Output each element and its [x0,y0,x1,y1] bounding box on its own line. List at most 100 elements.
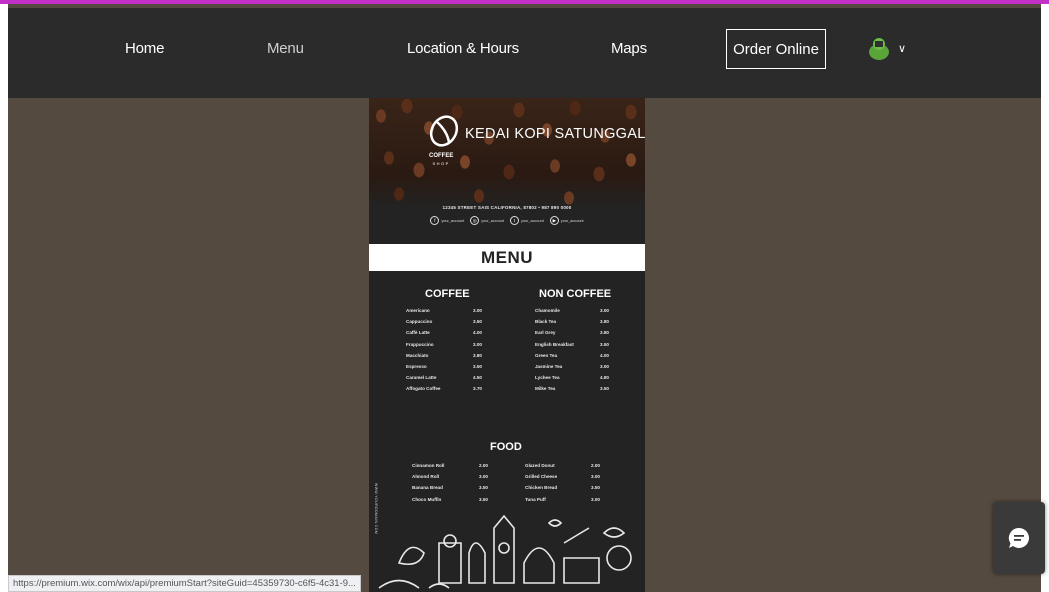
youtube-icon: ▶ [549,216,559,225]
menu-item-price: 3.80 [600,319,609,325]
menu-item-row: Chicken Bread 3.50 [525,482,600,493]
food-list-right: Glazed Donut 2.00 Grilled Cheese 3.00 Chicke… [525,460,600,505]
social-handle: your_account [441,218,465,223]
menu-item-price: 4.00 [473,330,482,336]
coffee-list: Americano 3.00 Cappuccino 3.50 Caffè Latte 4.… [406,305,482,395]
menu-item-price: 2.00 [479,463,488,469]
menu-item-price: 3.00 [600,308,609,314]
social-handle: your_account [481,218,504,223]
food-list-left: Cinnamon Roll 2.00 Almond Roll 3.00 Banana B… [412,460,488,505]
menu-item-row: Caramel Latte 4.50 [406,372,482,383]
menu-item-name: Glazed Donut [525,463,555,469]
menu-item-row: Frappuccino 3.00 [406,339,482,350]
menu-item-price: 3.50 [479,496,488,502]
menu-item-price: 4.00 [600,352,609,358]
menu-item-price: 3.50 [473,319,482,325]
menu-item-name: Macchiato [406,352,429,358]
menu-item-row: Espresso 3.50 [406,361,482,372]
menu-item-name: Grilled Cheese [525,474,558,480]
menu-item-price: 3.50 [600,341,609,347]
social-handle: your_account [521,218,544,223]
menu-item-name: Almond Roll [412,474,440,480]
order-online-button[interactable]: Order Online [726,29,826,69]
non-coffee-section-title: NON COFFEE [539,288,612,300]
menu-item-row: English Breakfast 3.50 [535,339,609,350]
menu-item-name: Caramel Latte [406,375,437,381]
social-youtube: ▶ your_account [549,216,584,225]
twitter-icon: t [510,216,519,225]
menu-item-price: 3.70 [473,386,482,392]
menu-item-price: 2.00 [591,463,600,469]
coffee-beans-banner [369,98,645,208]
chevron-down-icon: ∨ [898,42,907,55]
menu-poster: KEDAI KOPI SATUNGGAL COFFEE SHOP 12345 S… [369,98,645,592]
menu-item-name: Black Tea [535,319,557,325]
menu-item-name: Affogato Coffee [406,386,441,392]
menu-item-row: Banana Bread 3.50 [412,482,488,493]
left-edge [0,4,8,592]
chat-button[interactable] [993,502,1045,574]
menu-item-name: Tuna Puff [525,496,546,502]
menu-item-row: Milke Tea 3.50 [535,383,609,394]
menu-item-row: Cappuccino 3.50 [406,316,482,327]
menu-item-name: Espresso [406,364,427,370]
menu-item-name: Caffè Latte [406,330,430,336]
menu-item-price: 3.00 [600,364,609,370]
menu-item-row: Chamomile 3.00 [535,305,609,316]
menu-item-name: Green Tea [535,352,558,358]
menu-item-name: Choco Muffin [412,496,442,502]
menu-item-price: 3.50 [591,485,600,491]
menu-item-price: 3.50 [600,386,609,392]
menu-item-row: Macchiato 3.80 [406,350,482,361]
user-avatar-icon [869,38,889,60]
menu-item-name: Lychee Tea [535,375,560,381]
coffee-bean-logo-icon [429,115,459,147]
menu-heading-banner: MENU [369,244,645,271]
menu-item-name: Chamomile [535,308,560,314]
menu-item-name: Jasmine Tea [535,364,563,370]
shop-tag: COFFEE SHOP [429,153,453,167]
nav-home[interactable]: Home [125,40,164,57]
menu-item-price: 3.50 [473,364,482,370]
user-menu[interactable]: ∨ [868,36,906,60]
social-facebook: f your_account [430,216,464,225]
menu-item-name: English Breakfast [535,341,574,347]
coffee-section-title: COFFEE [425,288,470,300]
coffee-doodles-illustration [378,514,632,589]
status-bar-url: https://premium.wix.com/wix/api/premiumS… [8,575,361,592]
menu-item-row: Earl Grey 3.80 [535,327,609,338]
menu-item-price: 3.00 [479,474,488,480]
menu-item-row: Caffè Latte 4.00 [406,327,482,338]
chat-bubble-icon [1008,527,1029,548]
menu-item-price: 3.50 [479,485,488,491]
nav-menu[interactable]: Menu [267,40,304,57]
menu-item-price: 3.00 [591,474,600,480]
site-header: Home Menu Location & Hours Maps Order On… [8,8,1041,98]
menu-item-row: Cinnamon Roll 2.00 [412,460,488,471]
menu-item-row: Americano 3.00 [406,305,482,316]
non-coffee-list: Chamomile 3.00 Black Tea 3.80 Earl Grey 3.80 E… [535,305,609,395]
menu-item-row: Almond Roll 3.00 [412,471,488,482]
menu-item-row: Green Tea 4.00 [535,350,609,361]
instagram-icon: ◎ [470,216,480,225]
facebook-icon: f [430,216,440,225]
menu-item-name: Frappuccino [406,341,434,347]
nav-location-hours[interactable]: Location & Hours [407,40,519,57]
menu-item-name: Cinnamon Roll [412,463,445,469]
social-handle: your_account [560,218,584,223]
menu-item-price: 3.00 [473,341,482,347]
nav-maps[interactable]: Maps [611,40,647,57]
menu-item-price: 3.00 [473,308,482,314]
social-instagram: ◎ your_account [470,216,504,225]
menu-item-name: Americano [406,308,430,314]
menu-item-row: Black Tea 3.80 [535,316,609,327]
menu-item-price: 4.50 [473,375,482,381]
menu-item-price: 4.80 [600,375,609,381]
top-accent-bar [0,0,1049,4]
menu-item-row: Affogato Coffee 3.70 [406,383,482,394]
shop-tag-main: COFFEE [429,153,454,159]
menu-item-price: 3.00 [591,496,600,502]
menu-item-name: Milke Tea [535,386,556,392]
menu-item-price: 3.80 [473,352,482,358]
menu-item-row: Lychee Tea 4.80 [535,372,609,383]
